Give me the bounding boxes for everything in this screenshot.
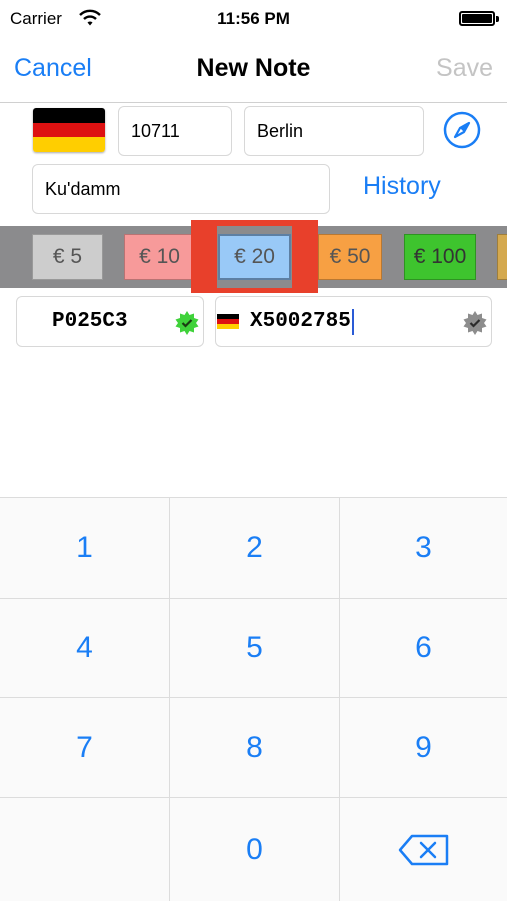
history-button[interactable]: History	[363, 172, 441, 201]
denomination-10-button[interactable]: € 10	[124, 234, 195, 280]
backspace-icon	[398, 834, 448, 865]
unverified-badge-icon	[463, 311, 487, 335]
key-1[interactable]: 1	[0, 498, 169, 598]
printer-code-value: P025C3	[52, 310, 128, 333]
germany-flag-small-icon	[217, 314, 239, 329]
denomination-50-button[interactable]: € 50	[318, 234, 382, 280]
key-6[interactable]: 6	[340, 599, 507, 697]
zip-code-field[interactable]: 10711	[118, 106, 232, 156]
serial-number-value: X5002785	[250, 310, 351, 333]
status-time: 11:56 PM	[217, 9, 290, 28]
germany-flag-icon[interactable]	[33, 108, 105, 152]
key-9[interactable]: 9	[340, 698, 507, 797]
denomination-5-button[interactable]: € 5	[32, 234, 103, 280]
status-bar: Carrier 11:56 PM	[0, 0, 507, 36]
denomination-100-button[interactable]: € 100	[404, 234, 476, 280]
key-0[interactable]: 0	[170, 798, 339, 901]
denomination-20-button[interactable]: € 20	[218, 234, 291, 280]
navigation-bar: Cancel New Note Save	[0, 36, 507, 103]
city-field[interactable]: Berlin	[244, 106, 424, 156]
text-cursor	[351, 308, 354, 335]
denomination-strip[interactable]: € 5 € 10 € 20 € 50 € 100	[0, 226, 507, 288]
page-title: New Note	[196, 54, 311, 82]
serial-number-field[interactable]: X5002785	[215, 296, 492, 347]
numeric-keypad: 1 2 3 4 5 6 7 8 9 0	[0, 497, 507, 901]
key-3[interactable]: 3	[340, 498, 507, 598]
delete-key[interactable]	[340, 798, 507, 901]
key-4[interactable]: 4	[0, 599, 169, 697]
key-8[interactable]: 8	[170, 698, 339, 797]
save-button[interactable]: Save	[436, 54, 493, 83]
key-5[interactable]: 5	[170, 599, 339, 697]
key-empty	[0, 798, 169, 901]
denomination-200-button[interactable]	[497, 234, 507, 280]
street-field[interactable]: Ku'damm	[32, 164, 330, 214]
key-2[interactable]: 2	[170, 498, 339, 598]
battery-icon	[459, 11, 499, 26]
compass-icon[interactable]	[442, 110, 482, 150]
key-7[interactable]: 7	[0, 698, 169, 797]
verified-badge-icon	[175, 311, 199, 335]
